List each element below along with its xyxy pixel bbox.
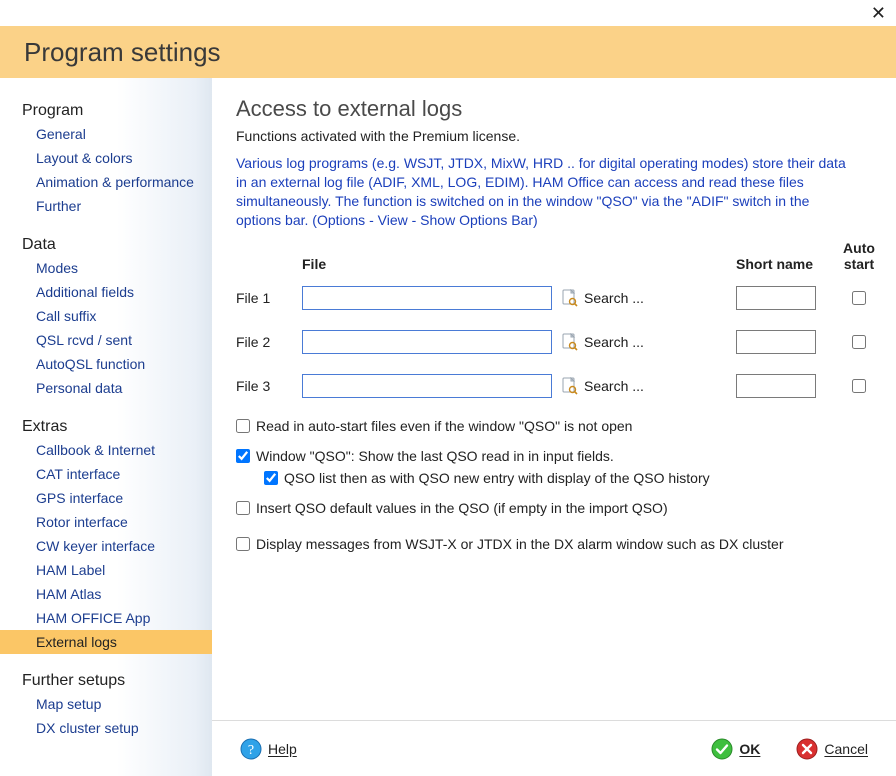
sidebar-group: Data: [0, 230, 212, 256]
sidebar-item[interactable]: Callbook & Internet: [0, 438, 212, 462]
sidebar-group: Extras: [0, 412, 212, 438]
file-row: File 3 Search ...: [236, 368, 872, 404]
sidebar-item[interactable]: Layout & colors: [0, 146, 212, 170]
search-button[interactable]: Search ...: [562, 377, 672, 395]
checkbox-insert-defaults[interactable]: [236, 501, 250, 515]
file-search-icon: [562, 289, 578, 307]
main-panel: Access to external logs Functions activa…: [212, 78, 896, 720]
col-auto-start: Auto start: [828, 240, 890, 272]
sidebar-item[interactable]: HAM Label: [0, 558, 212, 582]
checkbox-qso-list-history[interactable]: [264, 471, 278, 485]
page-title: Access to external logs: [236, 96, 872, 122]
file-row: File 1 Search ...: [236, 280, 872, 316]
label-qso-list-history: QSO list then as with QSO new entry with…: [284, 470, 710, 486]
option-display-messages: Display messages from WSJT-X or JTDX in …: [236, 536, 872, 552]
file-row: File 2 Search ...: [236, 324, 872, 360]
short-name-input[interactable]: [736, 374, 816, 398]
sidebar-item[interactable]: AutoQSL function: [0, 352, 212, 376]
banner-title: Program settings: [24, 37, 221, 68]
label-read-autostart: Read in auto-start files even if the win…: [256, 418, 632, 434]
help-label: Help: [268, 741, 297, 757]
sidebar-item[interactable]: Further: [0, 194, 212, 218]
file-search-icon: [562, 333, 578, 351]
col-file: File: [302, 256, 562, 272]
file-path-input[interactable]: [302, 330, 552, 354]
checkbox-read-autostart[interactable]: [236, 419, 250, 433]
cancel-icon: [796, 738, 818, 760]
page-description: Various log programs (e.g. WSJT, JTDX, M…: [236, 154, 856, 230]
auto-start-checkbox[interactable]: [852, 291, 866, 305]
sidebar-item[interactable]: Animation & performance: [0, 170, 212, 194]
auto-start-checkbox[interactable]: [852, 379, 866, 393]
sidebar-item[interactable]: Rotor interface: [0, 510, 212, 534]
checkbox-show-last-qso[interactable]: [236, 449, 250, 463]
auto-start-checkbox[interactable]: [852, 335, 866, 349]
label-insert-defaults: Insert QSO default values in the QSO (if…: [256, 500, 668, 516]
search-label: Search ...: [584, 334, 644, 350]
sidebar-item[interactable]: CAT interface: [0, 462, 212, 486]
file-row-label: File 2: [236, 334, 302, 350]
sidebar-item[interactable]: CW keyer interface: [0, 534, 212, 558]
sidebar-item[interactable]: General: [0, 122, 212, 146]
banner: Program settings: [0, 26, 896, 78]
sidebar-group: Further setups: [0, 666, 212, 692]
short-name-input[interactable]: [736, 330, 816, 354]
ok-icon: [711, 738, 733, 760]
file-path-input[interactable]: [302, 374, 552, 398]
label-display-messages: Display messages from WSJT-X or JTDX in …: [256, 536, 784, 552]
option-insert-defaults: Insert QSO default values in the QSO (if…: [236, 500, 872, 516]
option-read-autostart: Read in auto-start files even if the win…: [236, 418, 872, 434]
cancel-label: Cancel: [824, 741, 868, 757]
sidebar: ProgramGeneralLayout & colorsAnimation &…: [0, 78, 212, 776]
help-button[interactable]: ? Help: [240, 738, 297, 760]
sidebar-item[interactable]: HAM OFFICE App: [0, 606, 212, 630]
sidebar-item[interactable]: Additional fields: [0, 280, 212, 304]
ok-button[interactable]: OK: [711, 738, 760, 760]
page-subtitle: Functions activated with the Premium lic…: [236, 128, 872, 144]
sidebar-item[interactable]: External logs: [0, 630, 212, 654]
label-show-last-qso: Window "QSO": Show the last QSO read in …: [256, 448, 614, 464]
sidebar-item[interactable]: DX cluster setup: [0, 716, 212, 740]
sidebar-item[interactable]: QSL rcvd / sent: [0, 328, 212, 352]
checkbox-display-messages[interactable]: [236, 537, 250, 551]
help-icon: ?: [240, 738, 262, 760]
file-row-label: File 3: [236, 378, 302, 394]
search-button[interactable]: Search ...: [562, 289, 672, 307]
search-label: Search ...: [584, 290, 644, 306]
search-label: Search ...: [584, 378, 644, 394]
cancel-button[interactable]: Cancel: [796, 738, 868, 760]
sidebar-item[interactable]: Map setup: [0, 692, 212, 716]
short-name-input[interactable]: [736, 286, 816, 310]
sidebar-item[interactable]: HAM Atlas: [0, 582, 212, 606]
close-icon[interactable]: ✕: [871, 4, 886, 22]
ok-label: OK: [739, 741, 760, 757]
svg-text:?: ?: [248, 743, 254, 758]
file-row-label: File 1: [236, 290, 302, 306]
footer: ? Help OK Cancel: [212, 720, 896, 776]
option-qso-list-history: QSO list then as with QSO new entry with…: [264, 470, 872, 486]
col-short-name: Short name: [736, 256, 828, 272]
sidebar-item[interactable]: Modes: [0, 256, 212, 280]
search-button[interactable]: Search ...: [562, 333, 672, 351]
file-path-input[interactable]: [302, 286, 552, 310]
sidebar-item[interactable]: Call suffix: [0, 304, 212, 328]
sidebar-item[interactable]: Personal data: [0, 376, 212, 400]
file-search-icon: [562, 377, 578, 395]
sidebar-group: Program: [0, 96, 212, 122]
file-grid-header: File Short name Auto start: [236, 240, 872, 272]
sidebar-item[interactable]: GPS interface: [0, 486, 212, 510]
option-show-last-qso: Window "QSO": Show the last QSO read in …: [236, 448, 872, 464]
